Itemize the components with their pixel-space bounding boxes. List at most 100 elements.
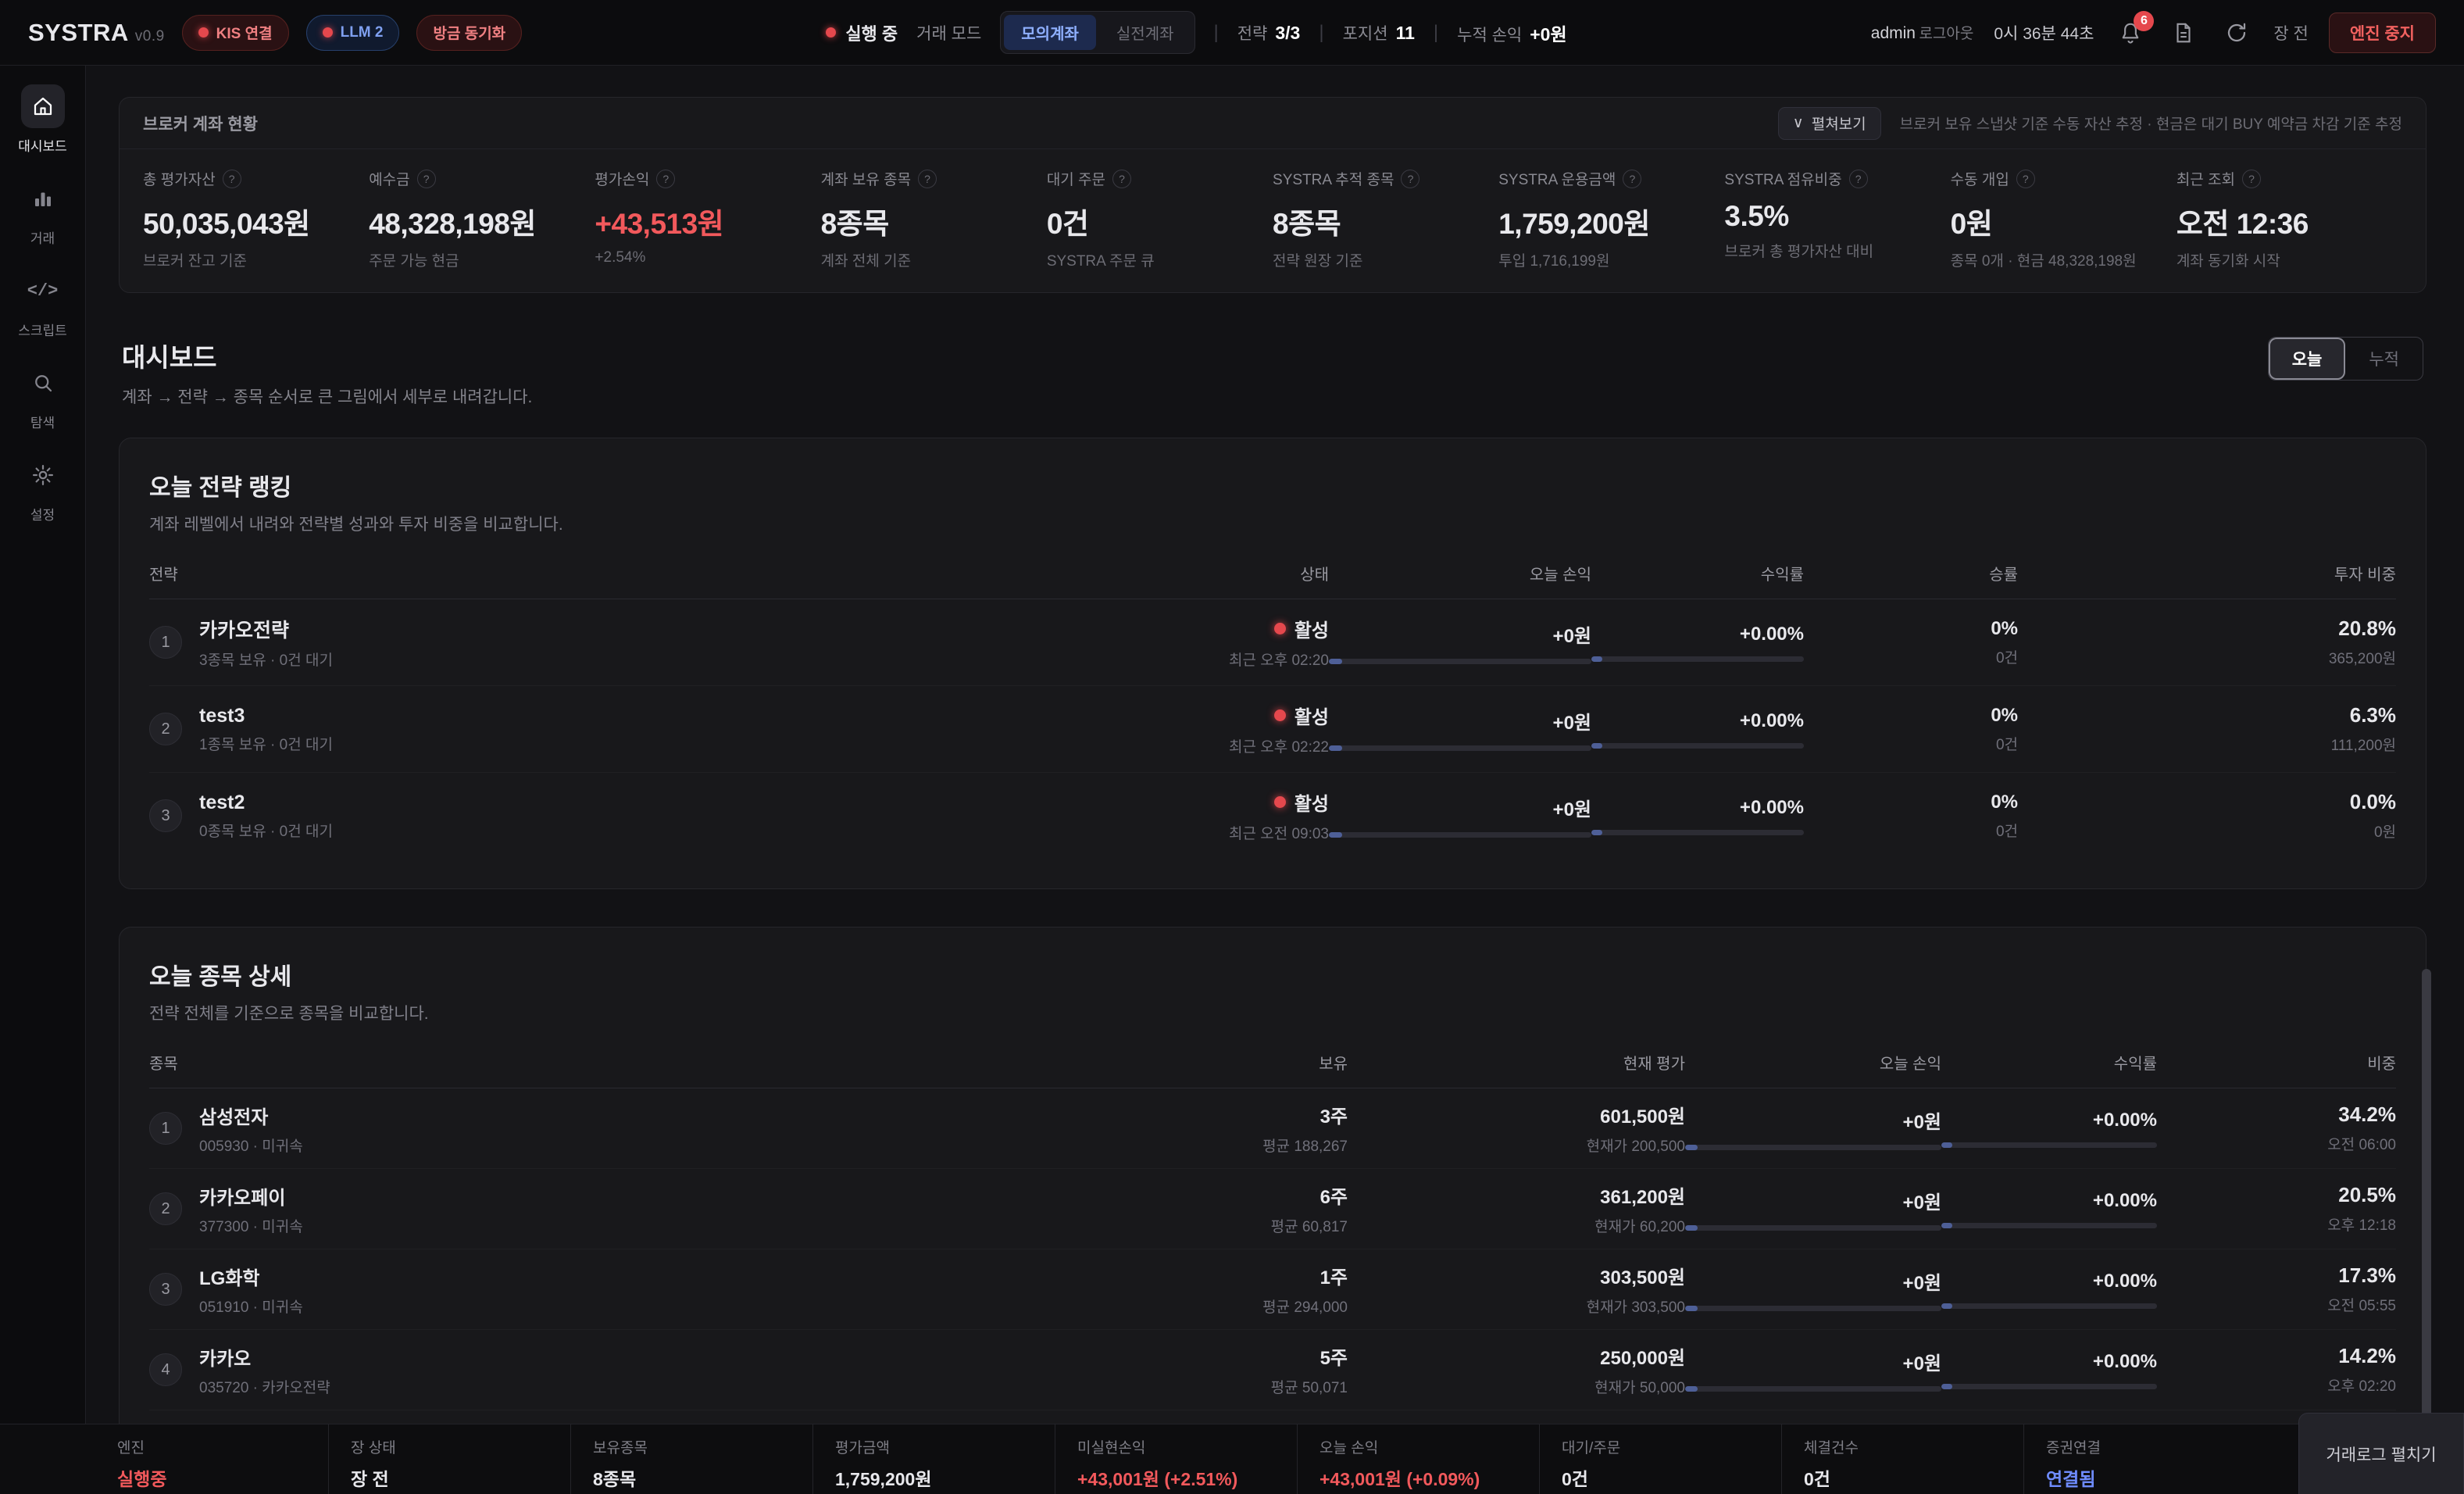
sidebar-item-explore[interactable]: 탐색 <box>21 361 65 431</box>
stock-holding: 1주 평균 294,000 <box>1129 1262 1348 1317</box>
strategy-weight: 20.8% 365,200원 <box>2018 617 2396 668</box>
strategy-count-value: 3/3 <box>1275 23 1300 44</box>
account-mode-toggle: 모의계좌 실전계좌 <box>1000 11 1195 54</box>
pnl-bar <box>1685 1225 1941 1231</box>
stock-name: 카카오 <box>199 1343 330 1371</box>
top-bar: SYSTRAv0.9 KIS 연결 LLM 2 방금 동기화 실행 중 거래 모… <box>0 0 2464 66</box>
status-time: 최근 오후 02:20 <box>1095 649 1329 670</box>
strategy-today-pnl: +0원 <box>1329 707 1591 751</box>
strategy-return: +0.00% <box>1591 797 1804 835</box>
strategy-row[interactable]: 2 test3 1종목 보유 · 0건 대기 활성 최근 오후 02:22 +0… <box>149 686 2396 773</box>
help-icon[interactable]: ? <box>1401 170 1419 188</box>
sidebar-item-settings[interactable]: 설정 <box>21 453 65 524</box>
divider: | <box>1214 22 1219 44</box>
statusbar-engine: 엔진 실행중 <box>117 1424 328 1494</box>
strategy-weight: 6.3% 111,200원 <box>2018 703 2396 755</box>
strategy-status: 활성 최근 오전 09:03 <box>1095 788 1329 843</box>
help-icon[interactable]: ? <box>1849 170 1868 188</box>
strategy-row[interactable]: 1 카카오전략 3종목 보유 · 0건 대기 활성 최근 오후 02:20 +0… <box>149 599 2396 686</box>
stat-share-ratio: SYSTRA 점유비중? 3.5% 브로커 총 평가자산 대비 <box>1724 168 1950 270</box>
stat-label: 예수금 <box>369 168 409 189</box>
stock-weight: 17.3% 오전 05:55 <box>2157 1263 2396 1315</box>
statusbar-fill-count: 체결건수 0건 <box>1781 1424 2023 1494</box>
broker-estimate-note: 브로커 보유 스냅샷 기준 수동 자산 추정 · 현금은 대기 BUY 예약금 … <box>1900 113 2402 134</box>
help-icon[interactable]: ? <box>656 170 675 188</box>
strategy-winrate: 0% 0건 <box>1804 618 2018 667</box>
statusbar-today-pnl: 오늘 손익 +43,001원 (+0.09%) <box>1297 1424 1539 1494</box>
stat-value: 0건 <box>1047 200 1273 242</box>
sidebar-item-scripts[interactable]: </> 스크립트 <box>18 269 67 339</box>
notifications-button[interactable]: 6 <box>2114 16 2147 49</box>
stat-label: 계좌 보유 종목 <box>821 168 911 189</box>
stock-weight: 14.2% 오후 02:20 <box>2157 1344 2396 1396</box>
statusbar-market-state: 장 상태 장 전 <box>328 1424 570 1494</box>
statusbar-pending-orders: 대기/주문 0건 <box>1539 1424 1781 1494</box>
stock-row[interactable]: 5 가온전선 000500 · test3 1주 평균 111,000 111,… <box>149 1410 2396 1424</box>
logs-button[interactable] <box>2167 16 2200 49</box>
status-label: 활성 <box>1294 615 1329 642</box>
stat-account-holdings: 계좌 보유 종목? 8종목 계좌 전체 기준 <box>821 168 1047 270</box>
trade-log-expand-button[interactable]: 거래로그 펼치기 <box>2298 1413 2464 1494</box>
stock-meta: 377300 · 미귀속 <box>199 1215 303 1236</box>
sidebar-item-dashboard[interactable]: 대시보드 <box>18 84 67 155</box>
pnl-bar <box>1329 832 1591 838</box>
status-time: 최근 오후 02:22 <box>1095 735 1329 756</box>
help-icon[interactable]: ? <box>918 170 937 188</box>
col-winrate: 승률 <box>1804 562 2018 584</box>
vertical-scrollbar-thumb[interactable] <box>2422 969 2431 1418</box>
strategy-ranking-card: 오늘 전략 랭킹 계좌 레벨에서 내려와 전략별 성과와 투자 비중을 비교합니… <box>119 438 2427 889</box>
col-today-pnl: 오늘 손익 <box>1329 562 1591 584</box>
engine-stop-button[interactable]: 엔진 중지 <box>2329 13 2436 53</box>
stat-tracked-symbols: SYSTRA 추적 종목? 8종목 전략 원장 기준 <box>1273 168 1498 270</box>
stat-caption: 투입 1,716,199원 <box>1498 249 1724 270</box>
stat-managed-amount: SYSTRA 운용금액? 1,759,200원 투입 1,716,199원 <box>1498 168 1724 270</box>
pnl-bar <box>1685 1306 1941 1311</box>
help-icon[interactable]: ? <box>2016 170 2035 188</box>
mode-real-account-button[interactable]: 실전계좌 <box>1099 15 1191 50</box>
stat-caption: 종목 0개 · 현금 48,328,198원 <box>1951 249 2177 270</box>
strategy-winrate: 0% 0건 <box>1804 705 2018 754</box>
top-bar-right: admin 로그아웃 0시 36분 44초 6 장 전 엔진 중지 <box>1871 13 2436 53</box>
cumulative-pnl: 누적 손익+0원 <box>1457 20 1567 46</box>
broker-panel-title: 브로커 계좌 현황 <box>143 112 258 135</box>
help-icon[interactable]: ? <box>2242 170 2261 188</box>
stock-row[interactable]: 2 카카오페이 377300 · 미귀속 6주 평균 60,817 361,20… <box>149 1169 2396 1249</box>
stat-caption: +2.54% <box>595 249 820 266</box>
stock-row[interactable]: 3 LG화학 051910 · 미귀속 1주 평균 294,000 303,50… <box>149 1249 2396 1330</box>
help-icon[interactable]: ? <box>1112 170 1131 188</box>
divider: | <box>1434 22 1438 44</box>
refresh-button[interactable] <box>2220 16 2253 49</box>
gear-icon <box>21 453 65 497</box>
main-content: 브로커 계좌 현황 ∨ 펼쳐보기 브로커 보유 스냅샷 기준 수동 자산 추정 … <box>86 66 2464 1424</box>
stat-value: 오전 12:36 <box>2177 200 2402 242</box>
app-logo: SYSTRAv0.9 <box>28 19 165 47</box>
strategy-status: 활성 최근 오후 02:22 <box>1095 702 1329 756</box>
strategy-row[interactable]: 3 test2 0종목 보유 · 0건 대기 활성 최근 오전 09:03 +0… <box>149 773 2396 859</box>
toggle-cumulative-button[interactable]: 누적 <box>2345 338 2423 380</box>
llm-badge-label: LLM 2 <box>341 24 384 41</box>
trade-mode-label: 거래 모드 <box>916 21 981 45</box>
sidebar-item-trade[interactable]: 거래 <box>21 177 65 247</box>
logout-link[interactable]: 로그아웃 <box>1919 26 1973 42</box>
stat-value: +43,513원 <box>595 200 820 242</box>
stock-today-pnl: +0원 <box>1685 1267 1941 1311</box>
stat-value: 48,328,198원 <box>369 200 595 242</box>
search-icon <box>21 361 65 405</box>
help-icon[interactable]: ? <box>223 170 241 188</box>
stock-row[interactable]: 1 삼성전자 005930 · 미귀속 3주 평균 188,267 601,50… <box>149 1088 2396 1169</box>
stat-caption: 계좌 동기화 시작 <box>2177 249 2402 270</box>
broker-expand-button[interactable]: ∨ 펼쳐보기 <box>1778 107 1881 140</box>
strategy-name: test2 <box>199 792 333 814</box>
mode-demo-account-button[interactable]: 모의계좌 <box>1004 15 1096 50</box>
broker-panel-actions: ∨ 펼쳐보기 브로커 보유 스냅샷 기준 수동 자산 추정 · 현금은 대기 B… <box>1778 107 2402 140</box>
sidebar-item-label: 설정 <box>30 504 55 524</box>
status-label: 활성 <box>1294 702 1329 729</box>
help-icon[interactable]: ? <box>417 170 436 188</box>
toggle-today-button[interactable]: 오늘 <box>2269 338 2346 380</box>
stock-row[interactable]: 4 카카오 035720 · 카카오전략 5주 평균 50,071 250,00… <box>149 1330 2396 1410</box>
sidebar-item-label: 탐색 <box>30 412 55 431</box>
position-count-label: 포지션 <box>1343 21 1388 45</box>
help-icon[interactable]: ? <box>1623 170 1641 188</box>
brand-name: SYSTRA <box>28 19 129 46</box>
strategy-count-label: 전략 <box>1237 21 1268 45</box>
